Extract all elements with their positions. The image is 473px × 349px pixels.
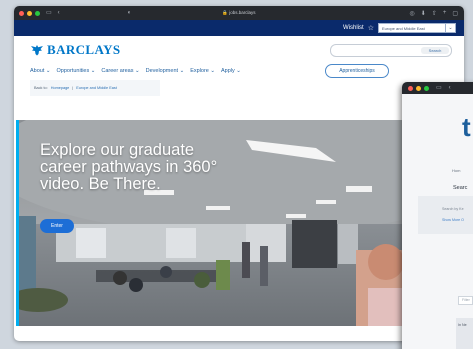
zoom-window-button[interactable] xyxy=(424,85,429,91)
wishlist-link[interactable]: Wishlist xyxy=(343,25,364,31)
hero-banner[interactable]: Explore our graduate career pathways in … xyxy=(16,120,440,326)
brand-header: BARCLAYS Search xyxy=(14,36,464,62)
chevron-down-icon: ⌄ xyxy=(445,24,455,32)
address-bar[interactable]: 🔒 jobs.barclays xyxy=(204,9,274,17)
lock-icon: 🔒 xyxy=(222,10,229,15)
download-icon[interactable]: ⬇ xyxy=(421,10,426,17)
reader-icon[interactable]: ◎ xyxy=(410,10,415,17)
close-window-button[interactable] xyxy=(408,85,413,91)
star-icon[interactable]: ☆ xyxy=(368,25,374,32)
sidebar-icon[interactable]: ▭ xyxy=(46,10,52,16)
close-window-button[interactable] xyxy=(19,10,24,16)
privacy-shield-icon[interactable]: ◐ xyxy=(128,10,132,16)
browser-titlebar: ▭ ‹ ◐ 🔒 jobs.barclays ◎ ⬇ ⇧ + ▢ xyxy=(14,6,464,20)
desktop: ▭ ‹ ◐ 🔒 jobs.barclays ◎ ⬇ ⇧ + ▢ Wishlist… xyxy=(0,0,473,349)
nav-about[interactable]: About ⌄ xyxy=(30,68,51,74)
nav-apply[interactable]: Apply ⌄ xyxy=(221,68,241,74)
region-select[interactable]: Europe and Middle East ⌄ xyxy=(378,23,456,33)
window-controls xyxy=(19,10,40,16)
nav-opportunities[interactable]: Opportunities ⌄ xyxy=(57,68,96,74)
nav-explore[interactable]: Explore ⌄ xyxy=(190,68,215,74)
enter-button[interactable]: Enter xyxy=(40,219,74,233)
back-icon[interactable]: ‹ xyxy=(449,85,451,91)
search-button[interactable]: Search xyxy=(421,47,449,54)
share-icon[interactable]: ⇧ xyxy=(432,10,437,17)
region-value: Europe and Middle East xyxy=(382,25,425,31)
address-text: jobs.barclays xyxy=(229,10,256,15)
toolbar-right: ◎ ⬇ ⇧ + ▢ xyxy=(410,6,459,20)
main-nav: About ⌄ Opportunities ⌄ Career areas ⌄ D… xyxy=(14,62,464,80)
new-tab-icon[interactable]: + xyxy=(443,10,447,16)
breadcrumb-current-link[interactable]: Europe and Middle East xyxy=(76,86,117,90)
nav-development[interactable]: Development ⌄ xyxy=(146,68,185,74)
hero-title: Explore our graduate career pathways in … xyxy=(40,141,218,193)
hero-accent-bar xyxy=(16,120,19,326)
second-browser-window[interactable]: ▭ ‹ xyxy=(402,82,473,349)
eagle-icon xyxy=(31,45,43,56)
search-input[interactable]: Search xyxy=(330,44,452,57)
brand-name: BARCLAYS xyxy=(47,42,121,57)
breadcrumb-separator: | xyxy=(72,86,74,90)
back-icon[interactable]: ‹ xyxy=(58,10,60,16)
nav-career-areas[interactable]: Career areas ⌄ xyxy=(101,68,139,74)
minimize-window-button[interactable] xyxy=(416,85,421,91)
second-window-titlebar: ▭ ‹ xyxy=(402,82,473,94)
apprenticeships-button[interactable]: Apprenticeships xyxy=(325,64,389,78)
zoom-window-button[interactable] xyxy=(35,10,40,16)
minimize-window-button[interactable] xyxy=(27,10,32,16)
breadcrumb: Back to: Homepage | Europe and Middle Ea… xyxy=(30,80,160,96)
sidebar-icon[interactable]: ▭ xyxy=(436,85,442,91)
utility-bar: Wishlist ☆ Europe and Middle East ⌄ xyxy=(14,20,464,36)
breadcrumb-back-label: Back to: xyxy=(34,86,48,90)
breadcrumb-home-link[interactable]: Homepage xyxy=(51,86,70,90)
barclays-logo[interactable]: BARCLAYS xyxy=(30,42,121,58)
tab-overview-icon[interactable]: ▢ xyxy=(452,10,458,17)
